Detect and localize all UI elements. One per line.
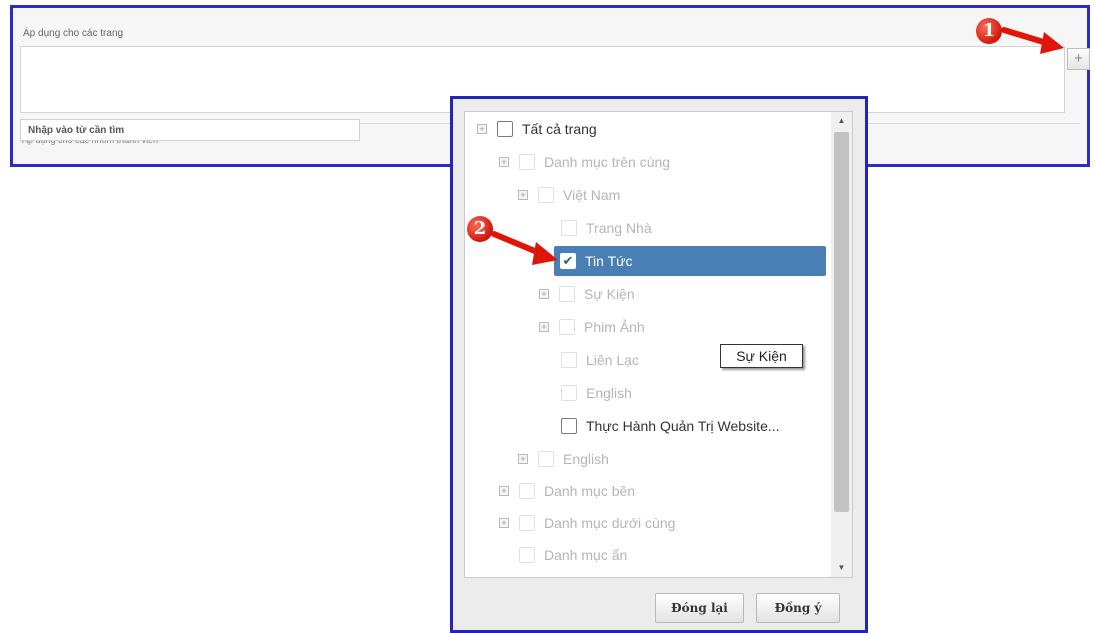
tree-item-label: Danh mục bên — [544, 483, 636, 499]
checkbox[interactable] — [559, 319, 575, 335]
annotation-arrow-icon — [1001, 27, 1064, 54]
expand-icon[interactable]: + — [499, 486, 509, 496]
tree-item-events[interactable]: + Sự Kiện — [539, 279, 635, 309]
checkbox[interactable] — [519, 154, 535, 170]
tree-item-news[interactable]: ✔ Tin Tức — [554, 246, 826, 276]
checkbox[interactable] — [519, 547, 535, 563]
checkbox[interactable] — [519, 515, 535, 531]
tree-item-label: English — [586, 385, 632, 401]
ok-button[interactable]: Đồng ý — [756, 593, 840, 623]
annotation-arrow-icon — [491, 231, 558, 265]
tree-item-all-pages[interactable]: + Tất cả trang — [477, 114, 597, 144]
scroll-up-icon[interactable]: ▲ — [831, 112, 852, 130]
expand-icon[interactable]: + — [499, 518, 509, 528]
tree-item-english[interactable]: + English — [518, 444, 609, 474]
tree-item-home[interactable]: Trang Nhà — [561, 213, 652, 243]
tree-item-label: Thực Hành Quản Trị Website... — [586, 418, 780, 434]
tree-item-hidden-menu[interactable]: Danh mục ẩn — [519, 540, 627, 570]
tree-item-label: Danh mục trên cùng — [544, 154, 671, 170]
tree-item-label: Liên Lạc — [586, 352, 639, 368]
expand-icon[interactable]: + — [477, 124, 487, 134]
checkbox[interactable] — [561, 418, 577, 434]
tree-item-label: English — [563, 451, 609, 467]
tree-item-label: Sự Kiện — [584, 286, 635, 302]
tree-item-label: Phim Ảnh — [584, 319, 645, 335]
checkbox[interactable] — [559, 286, 575, 302]
tree-item-label: Danh mục ẩn — [544, 547, 628, 563]
tree-scrollbar[interactable]: ▲ ▼ — [831, 111, 853, 578]
page-selection-dialog: + Tất cả trang + Danh mục trên cùng + Vi… — [450, 96, 868, 633]
tree-item-label: Tất cả trang — [522, 121, 597, 137]
checkbox[interactable] — [561, 385, 577, 401]
tree-item-english-sub[interactable]: English — [561, 378, 632, 408]
checkbox[interactable] — [497, 121, 513, 137]
tree-item-vietnam[interactable]: + Việt Nam — [518, 180, 620, 210]
tree-item-website-practice[interactable]: Thực Hành Quản Trị Website... — [561, 411, 780, 441]
checkbox[interactable] — [561, 352, 577, 368]
page-tree: + Tất cả trang + Danh mục trên cùng + Vi… — [464, 111, 842, 578]
tooltip: Sự Kiện — [720, 344, 803, 368]
scroll-thumb[interactable] — [834, 132, 849, 512]
expand-icon[interactable]: + — [518, 190, 528, 200]
checkbox-checked-icon[interactable]: ✔ — [560, 253, 576, 269]
expand-icon[interactable]: + — [539, 289, 549, 299]
checkbox[interactable] — [519, 483, 535, 499]
tree-item-label: Trang Nhà — [586, 220, 652, 236]
annotation-marker-1: 1 — [976, 18, 1002, 44]
checkbox[interactable] — [538, 187, 554, 203]
expand-icon[interactable]: + — [499, 157, 509, 167]
tree-item-side-menu[interactable]: + Danh mục bên — [499, 476, 635, 506]
search-input[interactable]: Nhập vào từ cần tìm — [20, 119, 360, 141]
checkbox[interactable] — [561, 220, 577, 236]
tree-item-label: Danh mục dưới cùng — [544, 515, 676, 531]
tree-item-bottom-menu[interactable]: + Danh mục dưới cùng — [499, 508, 675, 538]
scroll-down-icon[interactable]: ▼ — [831, 559, 852, 577]
expand-icon[interactable]: + — [539, 322, 549, 332]
expand-icon[interactable]: + — [518, 454, 528, 464]
tree-item-movies[interactable]: + Phim Ảnh — [539, 312, 645, 342]
close-button[interactable]: Đóng lại — [655, 593, 744, 623]
add-pages-button[interactable]: + — [1067, 48, 1090, 70]
tree-item-contact[interactable]: Liên Lạc — [561, 345, 639, 375]
checkbox[interactable] — [538, 451, 554, 467]
tree-item-top-menu[interactable]: + Danh mục trên cùng — [499, 147, 670, 177]
pages-label: Áp dụng cho các trang — [23, 28, 124, 39]
tree-item-label: Việt Nam — [563, 187, 621, 203]
tree-item-label: Tin Tức — [585, 253, 633, 269]
